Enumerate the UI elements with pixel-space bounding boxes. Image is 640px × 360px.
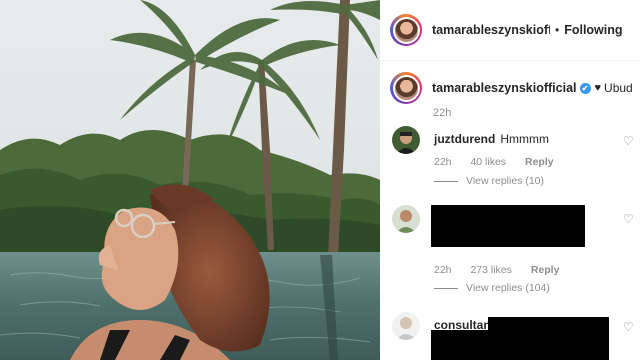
author-avatar[interactable] — [390, 14, 422, 46]
comment-meta: 22h 40 likes Reply — [434, 156, 570, 168]
view-replies-button[interactable]: View replies (104) — [434, 282, 550, 294]
like-heart-icon[interactable]: ♡ — [623, 213, 635, 225]
commenter-avatar[interactable] — [392, 205, 420, 233]
author-username[interactable]: tamarableszynskiofficial — [432, 23, 550, 37]
post-header: tamarableszynskiofficial • Following — [380, 0, 640, 61]
heart-icon: ♥ — [594, 82, 602, 94]
post-photo[interactable] — [0, 0, 380, 360]
commenter-avatar[interactable] — [392, 126, 420, 154]
view-replies-label: View replies (104) — [466, 282, 550, 294]
verified-badge-icon: ✔ — [579, 82, 591, 94]
caption-text: Ubud — [604, 81, 633, 95]
comment-likes[interactable]: 40 likes — [470, 156, 506, 168]
header-separator: • — [555, 23, 560, 37]
commenter-avatar[interactable] — [392, 312, 420, 340]
post-side-panel: tamarableszynskiofficial • Following tam… — [380, 0, 640, 360]
like-heart-icon[interactable]: ♡ — [623, 321, 635, 333]
comment-text: Hmmmm — [500, 132, 549, 146]
redaction-block — [431, 205, 585, 247]
following-button[interactable]: Following — [564, 23, 622, 37]
view-replies-button[interactable]: View replies (10) — [434, 175, 544, 187]
redaction-block — [488, 317, 609, 360]
replies-divider — [434, 180, 458, 182]
view-replies-label: View replies (10) — [466, 175, 545, 187]
reply-button[interactable]: Reply — [525, 156, 554, 168]
comment-time[interactable]: 22h — [434, 264, 452, 276]
caption-avatar[interactable] — [390, 72, 422, 104]
comment-time[interactable]: 22h — [434, 156, 452, 168]
caption-time[interactable]: 22h — [433, 107, 451, 119]
reply-button[interactable]: Reply — [531, 264, 560, 276]
post-caption: tamarableszynskiofficial ✔ ♥ Ubud — [390, 72, 635, 104]
replies-divider — [434, 287, 458, 289]
comment-body: juztdurend Hmmmm — [434, 132, 549, 146]
photo-scene — [0, 0, 380, 360]
comment-meta: 22h 273 likes Reply — [434, 264, 575, 276]
comment-likes[interactable]: 273 likes — [470, 264, 511, 276]
commenter-username[interactable]: juztdurend — [434, 132, 495, 146]
redaction-block — [431, 330, 491, 360]
caption-username[interactable]: tamarableszynskiofficial — [432, 81, 577, 95]
like-heart-icon[interactable]: ♡ — [623, 135, 635, 147]
